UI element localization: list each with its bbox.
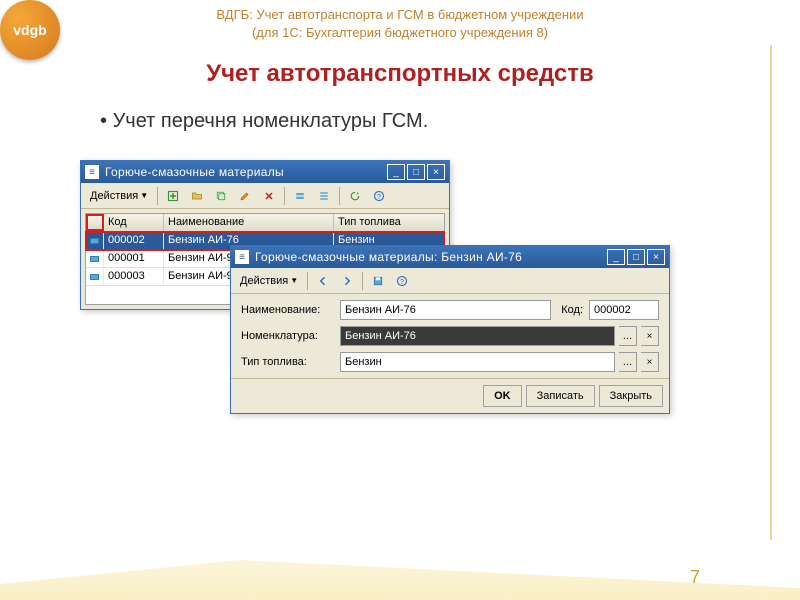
grid-header-fuel[interactable]: Тип топлива [334,214,444,231]
fuel-label: Тип топлива: [241,356,336,368]
edit-button[interactable] [234,186,256,206]
detail-form: Наименование: Бензин АИ-76 Код: 000002 Н… [231,294,669,378]
grid-header-marker [86,214,104,231]
move-up-icon[interactable] [289,186,311,206]
detail-window-title: Горюче-смазочные материалы: Бензин АИ-76 [255,250,605,264]
close-button[interactable]: × [647,249,665,265]
maximize-button[interactable]: □ [627,249,645,265]
help-button[interactable]: ? [368,186,390,206]
close-button[interactable]: × [427,164,445,180]
decor-bottom [0,540,800,600]
name-field[interactable]: Бензин АИ-76 [340,300,551,320]
save-icon[interactable] [367,271,389,291]
grid-header-name[interactable]: Наименование [164,214,334,231]
row-marker-icon [86,268,104,285]
actions-menu[interactable]: Действия▼ [85,186,153,206]
chevron-down-icon: ▼ [290,276,298,285]
move-down-icon[interactable] [313,186,335,206]
separator [362,272,363,290]
grid-header: Код Наименование Тип топлива [86,214,444,232]
detail-titlebar[interactable]: ≡ Горюче-смазочные материалы: Бензин АИ-… [231,246,669,268]
close-button[interactable]: Закрыть [599,385,663,407]
list-window-icon: ≡ [85,165,99,179]
page-title: Учет автотранспортных средств [0,60,800,88]
bullet-text: Учет перечня номенклатуры ГСМ. [100,110,428,133]
minimize-button[interactable]: _ [387,164,405,180]
ok-button[interactable]: OK [483,385,522,407]
fuel-field[interactable]: Бензин [340,352,615,372]
copy-button[interactable] [210,186,232,206]
save-button[interactable]: Записать [526,385,595,407]
page-number: 7 [690,567,700,588]
svg-text:?: ? [400,277,404,286]
header-line2: (для 1С: Бухгалтерия бюджетного учрежден… [0,24,800,42]
chevron-down-icon: ▼ [140,191,148,200]
decor-stripe [770,45,772,540]
list-window-title: Горюче-смазочные материалы [105,165,385,179]
row-marker-icon [86,232,104,249]
header-text: ВДГБ: Учет автотранспорта и ГСМ в бюджет… [0,6,800,42]
grid-header-code[interactable]: Код [104,214,164,231]
list-toolbar: Действия▼ ? [81,183,449,209]
code-label: Код: [561,304,583,316]
nomen-label: Номенклатура: [241,330,336,342]
next-button[interactable] [336,271,358,291]
separator [157,187,158,205]
code-field[interactable]: 000002 [589,300,659,320]
ellipsis-button[interactable]: … [619,326,637,346]
name-label: Наименование: [241,304,336,316]
row-marker-icon [86,250,104,267]
prev-button[interactable] [312,271,334,291]
separator [307,272,308,290]
separator [284,187,285,205]
ellipsis-button[interactable]: … [619,352,637,372]
svg-text:?: ? [377,192,381,201]
detail-toolbar: Действия▼ ? [231,268,669,294]
maximize-button[interactable]: □ [407,164,425,180]
minimize-button[interactable]: _ [607,249,625,265]
add-button[interactable] [162,186,184,206]
detail-window-icon: ≡ [235,250,249,264]
list-titlebar[interactable]: ≡ Горюче-смазочные материалы _ □ × [81,161,449,183]
actions-menu[interactable]: Действия▼ [235,271,303,291]
clear-button[interactable]: × [641,352,659,372]
detail-window: ≡ Горюче-смазочные материалы: Бензин АИ-… [230,245,670,414]
clear-button[interactable]: × [641,326,659,346]
refresh-button[interactable] [344,186,366,206]
help-button[interactable]: ? [391,271,413,291]
header-line1: ВДГБ: Учет автотранспорта и ГСМ в бюджет… [0,6,800,24]
delete-button[interactable] [258,186,280,206]
separator [339,187,340,205]
nomen-field[interactable]: Бензин АИ-76 [340,326,615,346]
form-buttons: OK Записать Закрыть [231,378,669,413]
add-folder-button[interactable] [186,186,208,206]
